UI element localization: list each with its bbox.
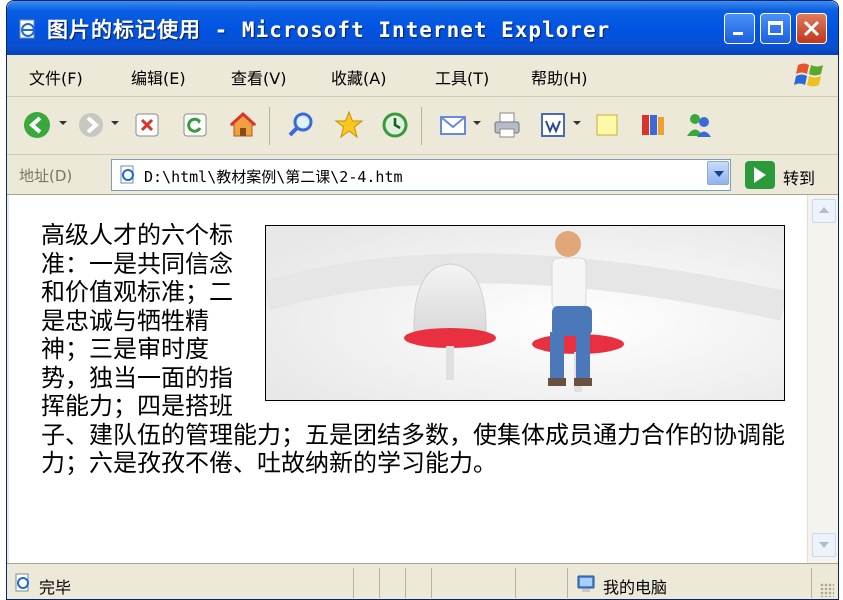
messenger-icon[interactable] [683, 109, 715, 141]
back-dropdown-icon[interactable] [59, 121, 67, 125]
search-icon[interactable] [285, 109, 317, 141]
status-separator [379, 568, 380, 598]
mail-dropdown-icon[interactable] [473, 121, 481, 125]
go-button[interactable] [745, 161, 775, 189]
page-content: 高级人才的六个标准：一是共同信念和价值观标准；二是忠诚与牺牲精神；三是审时度势，… [9, 195, 807, 563]
close-icon [803, 20, 820, 37]
status-separator [353, 568, 354, 598]
edit-icon[interactable] [537, 109, 569, 141]
history-icon[interactable] [379, 109, 411, 141]
scroll-up-button[interactable] [812, 199, 836, 223]
standard-toolbar [7, 97, 838, 155]
resize-grip[interactable] [820, 583, 834, 597]
forward-dropdown-icon[interactable] [111, 121, 119, 125]
menu-edit[interactable]: 编辑(E) [131, 65, 186, 89]
security-zone-text: 我的电脑 [603, 578, 668, 597]
minimize-icon [733, 32, 743, 35]
address-input[interactable]: D:\html\教材案例\第二课\2-4.htm [111, 159, 731, 191]
menu-file[interactable]: 文件(F) [29, 65, 83, 89]
refresh-icon[interactable] [179, 109, 211, 141]
ie-page-icon [19, 19, 35, 39]
title-bar[interactable]: 图片的标记使用 - Microsoft Internet Explorer [7, 1, 838, 55]
go-label[interactable]: 转到 [783, 165, 815, 189]
menu-view[interactable]: 查看(V) [231, 65, 286, 89]
page-image [265, 225, 785, 401]
status-separator [811, 568, 812, 598]
address-dropdown-button[interactable] [707, 161, 729, 185]
browser-window: 图片的标记使用 - Microsoft Internet Explorer 文件… [6, 0, 839, 600]
status-bar: 完毕 我的电脑 [7, 563, 838, 599]
page-paragraph: 高级人才的六个标准：一是共同信念和价值观标准；二是忠诚与牺牲精神；三是审时度势，… [41, 221, 801, 478]
toolbar-separator [269, 107, 270, 145]
stop-icon[interactable] [131, 109, 163, 141]
status-text: 完毕 [39, 578, 72, 597]
address-label: 地址(D) [19, 167, 73, 185]
vertical-scrollbar[interactable] [807, 195, 838, 563]
ie-page-icon [120, 165, 134, 184]
forward-icon[interactable] [75, 109, 107, 141]
back-icon[interactable] [21, 109, 53, 141]
menu-help[interactable]: 帮助(H) [531, 65, 588, 89]
status-separator [431, 568, 432, 598]
status-separator [405, 568, 406, 598]
close-button[interactable] [796, 13, 827, 44]
scroll-down-button[interactable] [812, 533, 836, 557]
my-computer-icon [577, 575, 595, 592]
menu-tools[interactable]: 工具(T) [435, 65, 489, 89]
chairs-and-boy-image [266, 226, 784, 400]
toolbar-separator [421, 107, 422, 145]
windows-logo-icon [794, 63, 823, 87]
status-separator [567, 568, 568, 598]
menu-bar: 文件(F) 编辑(E) 查看(V) 收藏(A) 工具(T) 帮助(H) [7, 55, 838, 97]
maximize-icon [768, 21, 783, 35]
edit-dropdown-icon[interactable] [573, 121, 581, 125]
ie-page-icon [15, 573, 29, 592]
address-value[interactable]: D:\html\教材案例\第二课\2-4.htm [144, 166, 403, 187]
home-icon[interactable] [227, 109, 259, 141]
discuss-icon[interactable] [591, 109, 623, 141]
mail-icon[interactable] [437, 109, 469, 141]
research-icon[interactable] [637, 109, 669, 141]
status-separator [515, 568, 516, 598]
menu-favorites[interactable]: 收藏(A) [331, 65, 386, 89]
favorites-icon[interactable] [333, 109, 365, 141]
window-title: 图片的标记使用 - Microsoft Internet Explorer [47, 18, 611, 42]
maximize-button[interactable] [760, 13, 791, 44]
print-icon[interactable] [491, 109, 523, 141]
address-bar: 地址(D) D:\html\教材案例\第二课\2-4.htm 转到 [7, 155, 838, 195]
minimize-button[interactable] [724, 13, 755, 44]
